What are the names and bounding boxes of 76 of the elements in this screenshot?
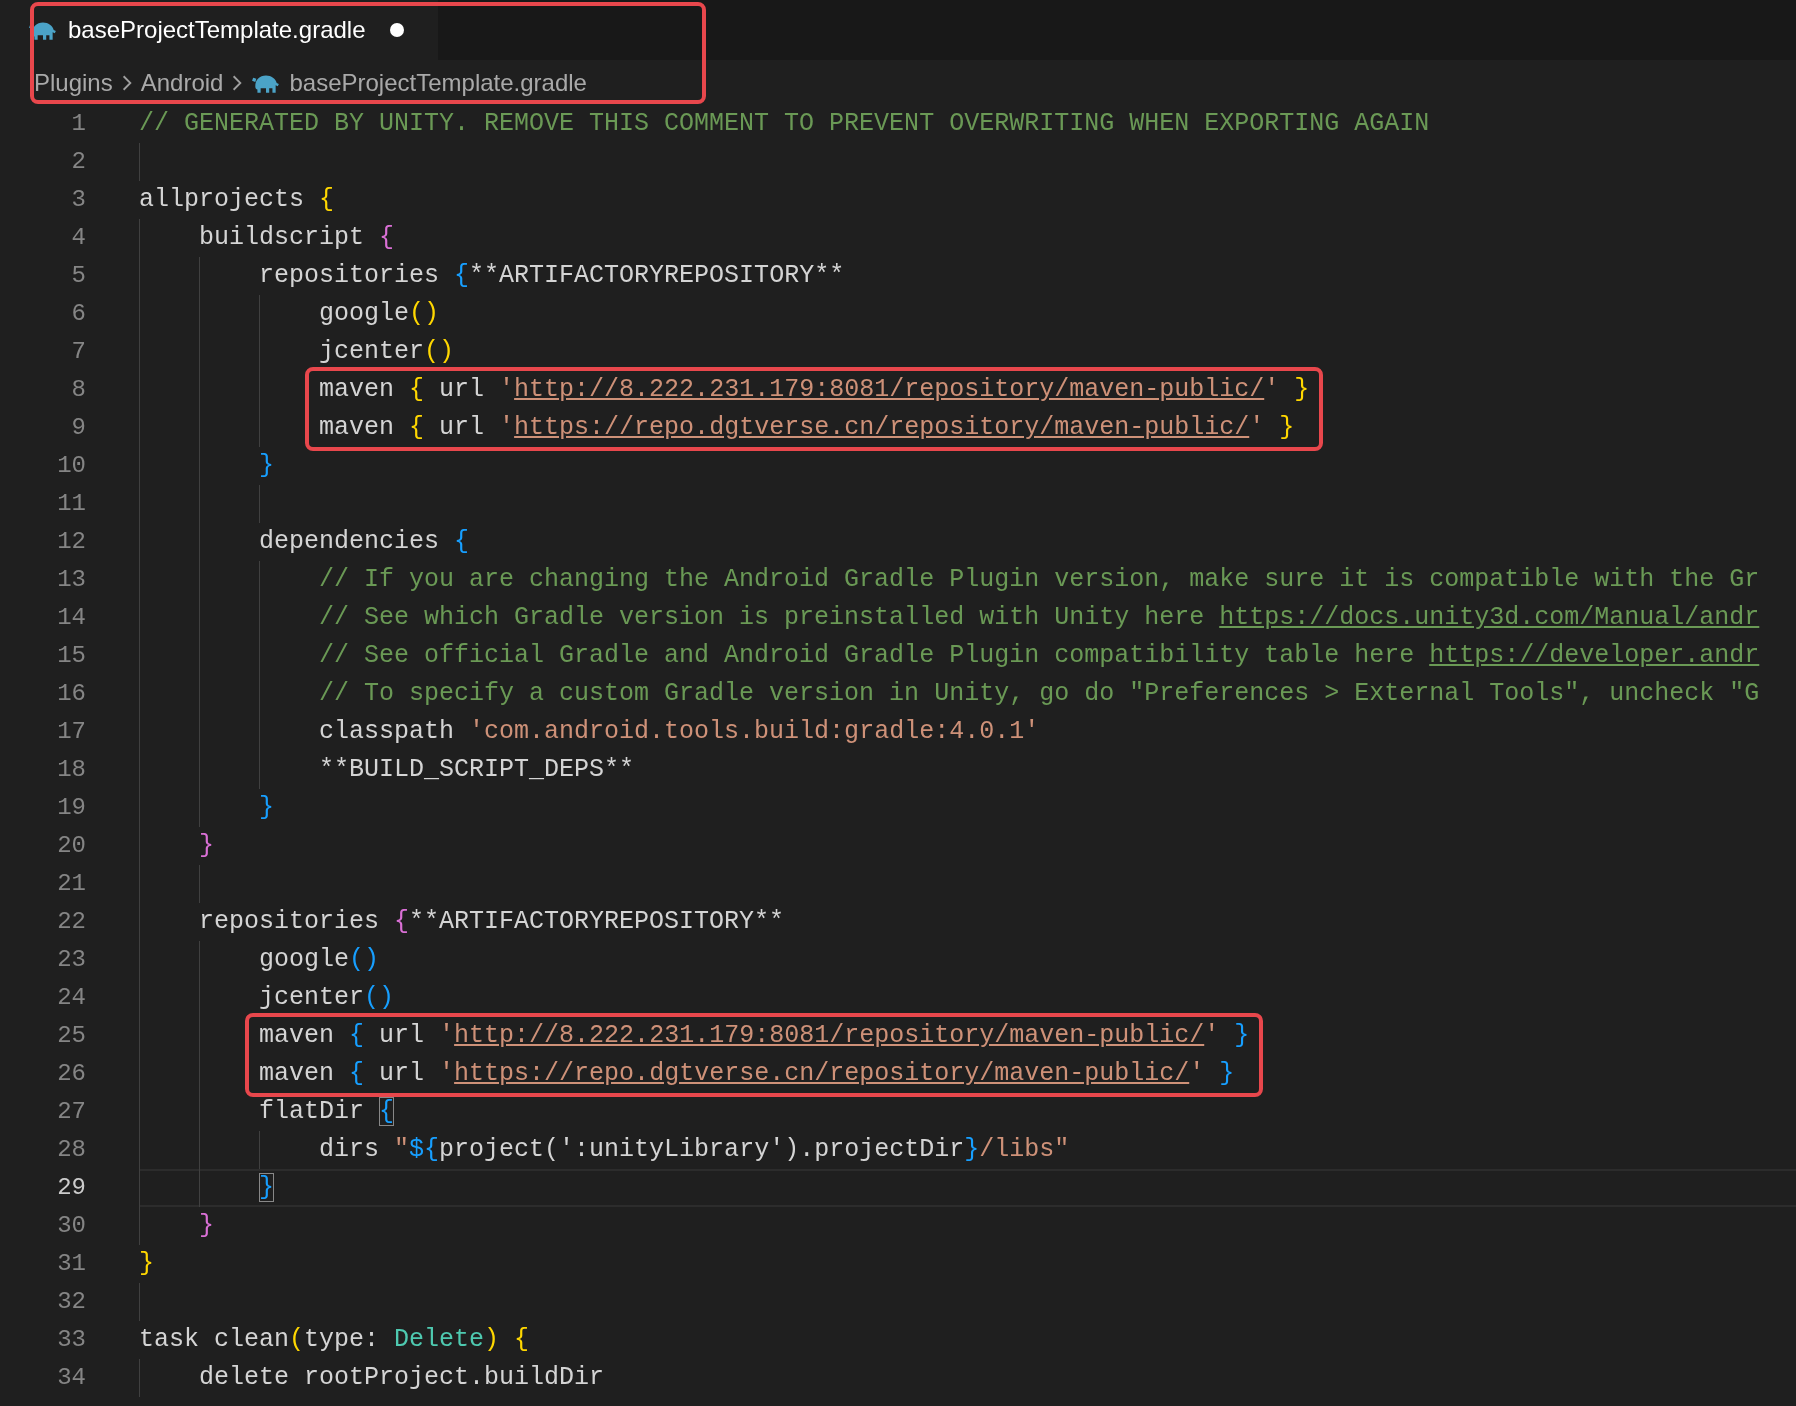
breadcrumb-item[interactable]: Plugins — [34, 68, 113, 97]
code-line: repositories {**ARTIFACTORYREPOSITORY** — [258, 261, 845, 290]
link[interactable]: https://repo.dgtverse.cn/repository/maven-public/ — [514, 413, 1250, 442]
line-number: 9 — [70, 413, 87, 443]
code-line: classpath 'com.android.tools.build:gradle:4.0.1' — [318, 717, 1040, 746]
code-line: dirs "${project(':unityLibrary').projectDir}/libs" — [318, 1135, 1070, 1164]
editor-tab[interactable]: baseProjectTemplate.gradle — [0, 0, 438, 60]
code-line: jcenter() — [258, 983, 395, 1012]
code-line: // GENERATED BY UNITY. REMOVE THIS COMMENT TO PREVENT OVERWRITING WHEN EXPORTING AGAIN — [139, 109, 1430, 138]
line-number: 10 — [56, 451, 87, 481]
chevron-right-icon — [120, 73, 133, 92]
link[interactable]: https://repo.dgtverse.cn/repository/maven-public/ — [454, 1059, 1190, 1088]
line-number: 20 — [56, 831, 87, 861]
code-line: // See official Gradle and Android Gradle Plugin compatibility table here https://developer.andr — [318, 641, 1760, 670]
code-line: maven { url 'http://8.222.231.179:8081/repository/maven-public/' } — [258, 1021, 1250, 1050]
code-line: maven { url 'https://repo.dgtverse.cn/repository/maven-public/' } — [258, 1059, 1235, 1088]
line-number: 15 — [56, 641, 87, 671]
line-number: 11 — [56, 489, 87, 519]
code-line: // To specify a custom Gradle version in Unity, go do "Preferences > External Tools", uncheck "G — [318, 679, 1760, 708]
line-number: 6 — [70, 299, 87, 329]
breadcrumb-item[interactable]: Android — [140, 68, 224, 97]
line-number: 18 — [56, 755, 87, 785]
line-number: 14 — [56, 603, 87, 633]
breadcrumb-item[interactable]: baseProjectTemplate.gradle — [251, 68, 587, 97]
line-number: 3 — [70, 185, 87, 215]
line-number: 32 — [56, 1287, 87, 1317]
code-line: flatDir { — [258, 1097, 395, 1126]
line-number: 22 — [56, 907, 87, 937]
code-line: **BUILD_SCRIPT_DEPS** — [318, 755, 635, 784]
line-number: 24 — [56, 983, 87, 1013]
code-line: dependencies { — [258, 527, 470, 556]
code-line: } — [258, 451, 275, 480]
line-number: 31 — [56, 1249, 87, 1279]
chevron-right-icon — [231, 73, 244, 92]
code-line: allprojects { — [139, 185, 335, 214]
code-line: task clean(type: Delete) { — [139, 1325, 530, 1354]
line-number: 13 — [56, 565, 87, 595]
line-number: 23 — [56, 945, 87, 975]
code-line: buildscript { — [198, 223, 395, 252]
line-number: 29 — [56, 1173, 87, 1203]
link[interactable]: http://8.222.231.179:8081/repository/maven-public/ — [454, 1021, 1205, 1050]
code-line: jcenter() — [318, 337, 455, 366]
line-number: 21 — [56, 869, 87, 899]
code-line: } — [258, 793, 275, 822]
line-number: 8 — [70, 375, 87, 405]
link[interactable]: https://developer.andr — [1429, 641, 1760, 670]
code-line: // See which Gradle version is preinstalled with Unity here https://docs.unity3d.com/Manual/andr — [318, 603, 1760, 632]
code-line: repositories {**ARTIFACTORYREPOSITORY** — [198, 907, 785, 936]
line-number: 5 — [70, 261, 87, 291]
line-number: 7 — [70, 337, 87, 367]
line-number: 33 — [56, 1325, 87, 1355]
code-line: } — [258, 1173, 275, 1202]
code-line: google() — [318, 299, 440, 328]
line-number: 1 — [70, 109, 87, 139]
code-line: // If you are changing the Android Gradle Plugin version, make sure it is compatible with the Gr — [318, 565, 1760, 594]
line-number: 27 — [56, 1097, 87, 1127]
line-number: 25 — [56, 1021, 87, 1051]
line-number: 4 — [70, 223, 87, 253]
line-number: 34 — [56, 1363, 87, 1393]
code-line: delete rootProject.buildDir — [198, 1363, 605, 1392]
line-number: 2 — [70, 147, 87, 177]
line-number: 17 — [56, 717, 87, 747]
line-number: 12 — [56, 527, 87, 557]
code-line: maven { url 'https://repo.dgtverse.cn/repository/maven-public/' } — [318, 413, 1295, 442]
code-line: } — [198, 831, 214, 860]
line-number: 30 — [56, 1211, 87, 1241]
code-line: } — [139, 1249, 154, 1278]
line-number: 26 — [56, 1059, 87, 1089]
line-number: 28 — [56, 1135, 87, 1165]
line-number: 16 — [56, 679, 87, 709]
code-line: maven { url 'http://8.222.231.179:8081/repository/maven-public/' } — [318, 375, 1310, 404]
line-number: 19 — [56, 793, 87, 823]
code-line: } — [198, 1211, 214, 1240]
code-line: google() — [258, 945, 380, 974]
link[interactable]: https://docs.unity3d.com/Manual/andr — [1219, 603, 1760, 632]
link[interactable]: http://8.222.231.179:8081/repository/maven-public/ — [514, 375, 1265, 404]
